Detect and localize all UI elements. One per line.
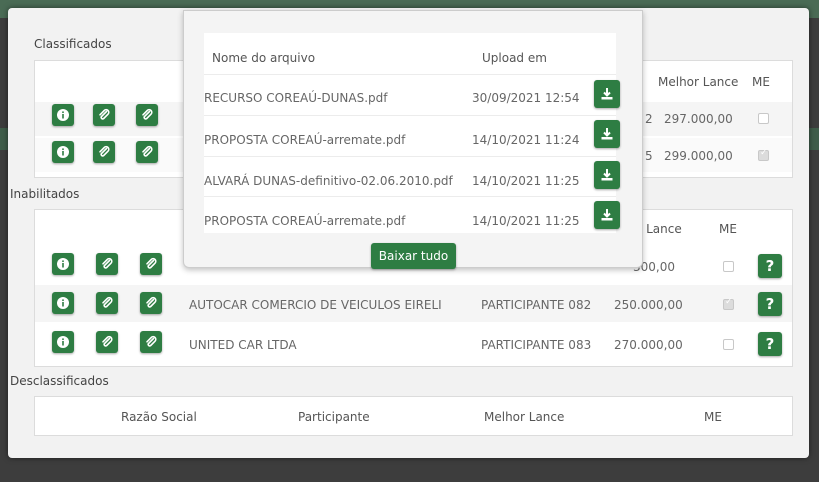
download-icon xyxy=(601,209,613,221)
cell-participante: PARTICIPANTE 083 xyxy=(481,338,592,352)
column-header-upload-em: Upload em xyxy=(482,51,547,65)
download-button[interactable] xyxy=(594,161,620,189)
attach-button[interactable] xyxy=(136,104,158,126)
cell-melhor-lance: 297.000,00 xyxy=(664,112,733,126)
cell-melhor-lance: 299.000,00 xyxy=(664,149,733,163)
cell-melhor-lance: 250.000,00 xyxy=(614,298,683,312)
column-header-me: ME xyxy=(704,410,722,424)
info-icon xyxy=(57,258,69,270)
cell-razao-social: AUTOCAR COMERCIO DE VEICULOS EIRELI xyxy=(189,298,442,312)
attach-button[interactable] xyxy=(93,104,115,126)
files-table: Nome do arquivo Upload em RECURSO COREAÚ… xyxy=(204,33,620,233)
info-icon xyxy=(57,297,69,309)
file-upload-date: 30/09/2021 12:54 xyxy=(472,91,580,105)
file-upload-date: 14/10/2021 11:25 xyxy=(472,174,580,188)
me-checkbox[interactable] xyxy=(723,261,734,272)
help-button[interactable]: ? xyxy=(758,332,782,356)
column-header-me: ME xyxy=(719,222,737,236)
paperclip-icon xyxy=(146,257,157,269)
question-icon: ? xyxy=(765,335,775,353)
download-icon xyxy=(601,88,613,100)
paperclip-icon xyxy=(102,335,113,347)
column-header-melhor-lance: Melhor Lance xyxy=(484,410,565,424)
attach-button[interactable] xyxy=(96,331,118,353)
file-name: ALVARÁ DUNAS-definitivo-02.06.2010.pdf xyxy=(204,174,453,188)
me-checkbox[interactable] xyxy=(723,297,734,310)
file-name: PROPOSTA COREAÚ-arremate.pdf xyxy=(204,214,406,228)
question-icon: ? xyxy=(765,257,775,275)
column-header-me: ME xyxy=(752,75,770,89)
file-upload-date: 14/10/2021 11:24 xyxy=(472,133,580,147)
column-header-nome-arquivo: Nome do arquivo xyxy=(212,51,316,65)
divider xyxy=(204,74,616,75)
divider xyxy=(204,115,616,116)
attach-button[interactable] xyxy=(93,141,115,163)
info-button[interactable] xyxy=(52,292,74,314)
paperclip-icon xyxy=(102,257,113,269)
file-name: PROPOSTA COREAÚ-arremate.pdf xyxy=(204,133,406,147)
file-upload-date: 14/10/2021 11:25 xyxy=(472,214,580,228)
info-icon xyxy=(57,336,69,348)
cell-participante-partial: 5 xyxy=(645,149,653,163)
section-label-desclassificados: Desclassificados xyxy=(10,374,109,388)
divider xyxy=(204,156,616,157)
info-button[interactable] xyxy=(52,253,74,275)
info-button[interactable] xyxy=(52,331,74,353)
column-header-razao-social: Razão Social xyxy=(121,410,197,424)
info-button[interactable] xyxy=(52,141,74,163)
cell-melhor-lance: 270.000,00 xyxy=(614,338,683,352)
download-icon xyxy=(601,169,613,181)
attach-button[interactable] xyxy=(136,141,158,163)
download-icon xyxy=(601,128,613,140)
download-button[interactable] xyxy=(594,80,620,108)
section-label-inabilitados: Inabilitados xyxy=(10,187,80,201)
paperclip-icon xyxy=(142,145,153,157)
info-icon xyxy=(57,109,69,121)
download-button[interactable] xyxy=(594,201,620,229)
me-checkbox[interactable] xyxy=(758,113,769,124)
paperclip-icon xyxy=(99,145,110,157)
column-header-participante: Participante xyxy=(298,410,370,424)
attach-button[interactable] xyxy=(140,331,162,353)
attach-button[interactable] xyxy=(96,292,118,314)
section-label-classificados: Classificados xyxy=(34,37,112,51)
help-button[interactable]: ? xyxy=(758,292,782,316)
cell-razao-social: UNITED CAR LTDA xyxy=(189,338,297,352)
cell-participante: PARTICIPANTE 082 xyxy=(481,298,592,312)
info-icon xyxy=(57,146,69,158)
divider xyxy=(204,196,616,197)
paperclip-icon xyxy=(142,108,153,120)
paperclip-icon xyxy=(102,296,113,308)
attach-button[interactable] xyxy=(96,253,118,275)
paperclip-icon xyxy=(146,335,157,347)
column-header-melhor-lance: Melhor Lance xyxy=(658,75,739,89)
me-checkbox[interactable] xyxy=(723,339,734,350)
attach-button[interactable] xyxy=(140,292,162,314)
attach-button[interactable] xyxy=(140,253,162,275)
paperclip-icon xyxy=(99,108,110,120)
files-popup: Nome do arquivo Upload em RECURSO COREAÚ… xyxy=(183,10,643,269)
download-all-button[interactable]: Baixar tudo xyxy=(371,243,456,269)
question-icon: ? xyxy=(765,295,775,313)
cell-participante-partial: 2 xyxy=(645,112,653,126)
file-name: RECURSO COREAÚ-DUNAS.pdf xyxy=(204,91,388,105)
help-button[interactable]: ? xyxy=(758,254,782,278)
me-checkbox[interactable] xyxy=(758,148,769,161)
info-button[interactable] xyxy=(52,104,74,126)
paperclip-icon xyxy=(146,296,157,308)
download-button[interactable] xyxy=(594,120,620,148)
